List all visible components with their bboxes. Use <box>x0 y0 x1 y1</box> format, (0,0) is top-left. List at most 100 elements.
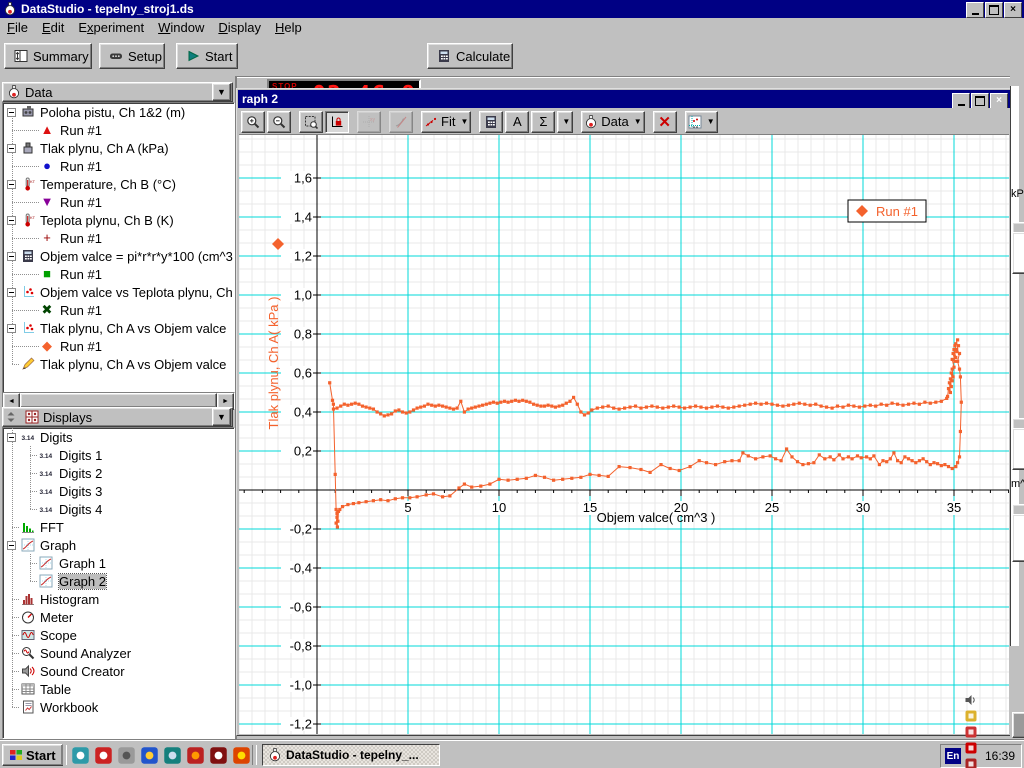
display-item[interactable]: Sound Creator <box>3 662 234 680</box>
display-item[interactable]: Graph <box>3 536 234 554</box>
data-dropdown-button[interactable]: ▼ <box>212 83 231 101</box>
display-item[interactable]: Scope <box>3 626 234 644</box>
graph-settings-button[interactable]: ▼ <box>685 111 718 133</box>
data-run-item[interactable]: +Run #1 <box>3 229 234 247</box>
start-menu-button[interactable]: Start <box>2 744 63 766</box>
calculator-button[interactable] <box>479 111 503 133</box>
close-button[interactable]: × <box>1004 2 1022 18</box>
chart[interactable]: 1,61,41,21,00,80,60,40,2-0,2-0,4-0,6-0,8… <box>239 135 1009 734</box>
displays-dropdown-button[interactable]: ▼ <box>212 408 231 426</box>
data-menu-button[interactable]: Data▼ <box>581 111 644 133</box>
menu-help[interactable]: Help <box>268 18 309 37</box>
menu-display[interactable]: Display <box>211 18 268 37</box>
data-run-item[interactable]: ✖Run #1 <box>3 301 234 319</box>
delete-button[interactable]: ✕ <box>653 111 677 133</box>
quicklaunch-shortcut-5-icon[interactable] <box>162 745 183 766</box>
display-item-selected[interactable]: Graph 2 <box>3 572 234 590</box>
calculate-button[interactable]: Calculate <box>427 43 513 69</box>
tray-keys-icon[interactable] <box>963 708 979 724</box>
quicklaunch-shortcut-6-icon[interactable] <box>185 745 206 766</box>
displays-panel-header[interactable]: Displays ▼ <box>2 407 233 427</box>
data-item[interactable]: KTDTemperature, Ch B (°C) <box>3 175 234 193</box>
display-item[interactable]: Table <box>3 680 234 698</box>
clock: 16:39 <box>985 749 1015 763</box>
collapse-box[interactable] <box>7 288 16 297</box>
quicklaunch-shortcut-8-icon[interactable] <box>231 745 252 766</box>
collapse-box[interactable] <box>7 180 16 189</box>
display-item[interactable]: Graph 1 <box>3 554 234 572</box>
display-item[interactable]: Meter <box>3 608 234 626</box>
keyboard-layout-indicator[interactable]: En <box>945 748 961 764</box>
data-run-item[interactable]: ●Run #1 <box>3 157 234 175</box>
data-run-item[interactable]: ◆Run #1 <box>3 337 234 355</box>
collapse-box[interactable] <box>7 144 16 153</box>
statistics-dropdown-button[interactable]: ▼ <box>557 111 573 133</box>
zoom-select-button[interactable] <box>299 111 323 133</box>
data-run-item[interactable]: ■Run #1 <box>3 265 234 283</box>
display-item[interactable]: FFT <box>3 518 234 536</box>
statistics-button[interactable]: Σ <box>531 111 555 133</box>
data-item[interactable]: KTDTeplota plynu, Ch B (K) <box>3 211 234 229</box>
summary-button[interactable]: Summary <box>4 43 92 69</box>
zoom-out-button[interactable] <box>267 111 291 133</box>
graph-close-button[interactable]: × <box>990 93 1008 109</box>
maximize-button[interactable] <box>985 2 1003 18</box>
collapse-box[interactable] <box>7 252 16 261</box>
data-item[interactable]: Objem valce vs Teplota plynu, Ch <box>3 283 234 301</box>
data-item[interactable]: Objem valce = pi*r*r*y*100 (cm^3 <box>3 247 234 265</box>
data-item[interactable]: Tlak plynu, Ch A vs Objem valce <box>3 355 234 373</box>
display-item[interactable]: 3.14Digits 2 <box>3 464 234 482</box>
collapse-box[interactable] <box>7 541 16 550</box>
menu-file[interactable]: File <box>0 18 35 37</box>
menu-window[interactable]: Window <box>151 18 211 37</box>
taskbar-task-datastudio[interactable]: DataStudio - tepelny_... <box>262 744 440 766</box>
scrollbar-thumb[interactable] <box>20 393 217 408</box>
run-marker-icon: ✖ <box>39 301 55 319</box>
data-panel-header[interactable]: Data ▼ <box>2 82 233 102</box>
quicklaunch-shortcut-4-icon[interactable] <box>139 745 160 766</box>
display-item[interactable]: Histogram <box>3 590 234 608</box>
graph-window-title-bar[interactable]: raph 2 × <box>238 90 1010 108</box>
setup-button[interactable]: Setup <box>99 43 165 69</box>
plot-area[interactable]: 1,61,41,21,00,80,60,40,2-0,2-0,4-0,6-0,8… <box>239 134 1009 734</box>
graph-minimize-button[interactable] <box>952 93 970 109</box>
collapse-box[interactable] <box>7 108 16 117</box>
menu-experiment[interactable]: Experiment <box>71 18 151 37</box>
zoom-in-button[interactable] <box>241 111 265 133</box>
data-item[interactable]: Tlak plynu, Ch A vs Objem valce <box>3 319 234 337</box>
tray-agent-icon[interactable] <box>963 756 979 768</box>
svg-text:-1,0: -1,0 <box>290 678 312 693</box>
tray-scheduler-icon[interactable] <box>963 724 979 740</box>
graph-maximize-button[interactable] <box>971 93 989 109</box>
quicklaunch-shortcut-7-icon[interactable] <box>208 745 229 766</box>
data-run-item[interactable]: ▼Run #1 <box>3 193 234 211</box>
svg-text:xy: xy <box>370 117 376 123</box>
scale-to-fit-button[interactable] <box>325 111 349 133</box>
quicklaunch-shortcut-2-icon[interactable] <box>93 745 114 766</box>
collapse-box[interactable] <box>7 324 16 333</box>
display-item[interactable]: Sound Analyzer <box>3 644 234 662</box>
text-tool-button[interactable]: A <box>505 111 529 133</box>
quicklaunch-shortcut-1-icon[interactable] <box>70 745 91 766</box>
tray-ati-icon[interactable] <box>963 740 979 756</box>
slope-tool-button[interactable] <box>389 111 413 133</box>
display-item[interactable]: 3.14Digits 3 <box>3 482 234 500</box>
display-item[interactable]: 3.14Digits <box>3 428 234 446</box>
display-item[interactable]: 3.14Digits 4 <box>3 500 234 518</box>
fit-menu-button[interactable]: Fit▼ <box>421 111 471 133</box>
display-item[interactable]: Workbook <box>3 698 234 716</box>
menu-edit[interactable]: Edit <box>35 18 71 37</box>
thermometer-icon: KTD <box>21 213 35 227</box>
collapse-box[interactable] <box>7 216 16 225</box>
volume-icon[interactable] <box>963 692 979 708</box>
quicklaunch-shortcut-3-icon[interactable] <box>116 745 137 766</box>
svg-text:-0,6: -0,6 <box>290 600 312 615</box>
smart-tool-button[interactable]: xy <box>357 111 381 133</box>
data-item[interactable]: Tlak plynu, Ch A (kPa) <box>3 139 234 157</box>
minimize-button[interactable] <box>966 2 984 18</box>
data-run-item[interactable]: ▲Run #1 <box>3 121 234 139</box>
display-item[interactable]: 3.14Digits 1 <box>3 446 234 464</box>
data-item[interactable]: Poloha pistu, Ch 1&2 (m) <box>3 103 234 121</box>
start-button[interactable]: Start <box>176 43 238 69</box>
collapse-box[interactable] <box>7 433 16 442</box>
